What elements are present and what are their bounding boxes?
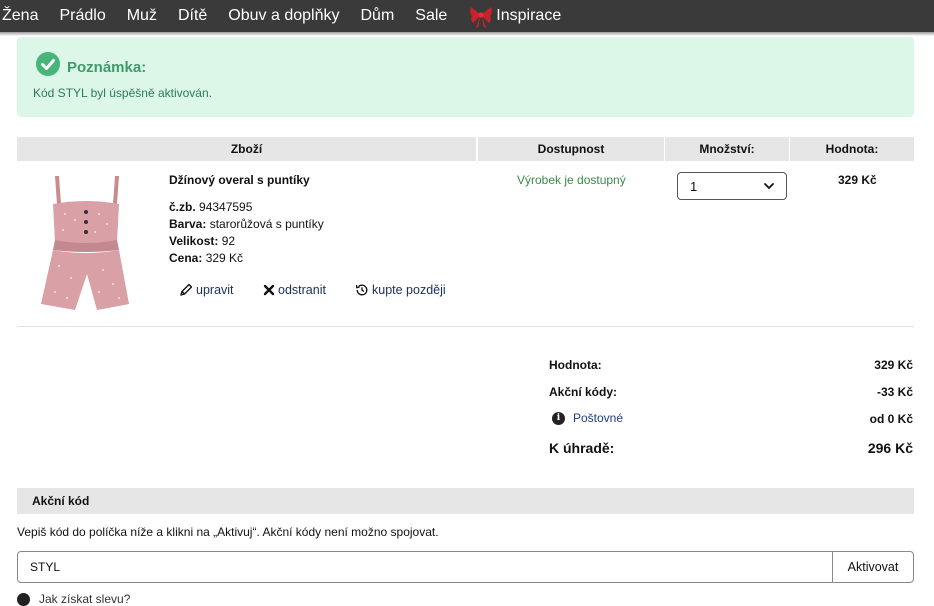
top-navigation: Žena Prádlo Muž Dítě Obuv a doplňky Dům … <box>0 0 934 32</box>
edit-button[interactable]: upravit <box>179 283 234 297</box>
size-value: 92 <box>221 234 236 248</box>
summary-value-label: Hodnota: <box>549 358 602 372</box>
note-title: Poznámka: <box>67 59 147 76</box>
buy-later-button[interactable]: kupte později <box>355 283 446 297</box>
header-hodnota: Hodnota: <box>790 137 914 161</box>
product-image[interactable] <box>33 174 139 314</box>
summary-promo-label: Akční kódy: <box>549 385 618 399</box>
chevron-down-icon <box>764 183 774 189</box>
close-icon <box>263 284 275 296</box>
product-price: Cena: 329 Kč <box>169 251 243 265</box>
availability-status: Výrobek je dostupný <box>517 173 626 187</box>
header-zbozi: Zboží <box>17 137 476 161</box>
nav-inspirace-label: Inspirace <box>496 7 562 24</box>
nav-dite[interactable]: Dítě <box>178 7 207 25</box>
summary-value: 329 Kč <box>874 358 913 372</box>
row-divider <box>17 326 914 327</box>
nav-sale[interactable]: Sale <box>415 7 447 25</box>
summary-promo-value: -33 Kč <box>876 385 913 399</box>
promo-code-input[interactable] <box>17 551 833 583</box>
product-article: č.zb. 94347595 <box>169 200 252 214</box>
price-value: 329 Kč <box>205 251 244 265</box>
buy-later-label: kupte později <box>372 283 446 297</box>
row-total: 329 Kč <box>838 173 877 187</box>
article-label: č.zb. <box>169 200 196 214</box>
summary-total-value: 296 Kč <box>867 440 913 456</box>
quantity-select[interactable]: 1 <box>677 172 787 200</box>
howto-link[interactable]: Jak získat slevu? <box>17 592 130 606</box>
promo-help-text: Vepiš kód do políčka níže a klikni na „A… <box>17 525 439 539</box>
product-size: Velikost: 92 <box>169 234 235 248</box>
howto-label: Jak získat slevu? <box>39 592 131 606</box>
article-value: 94347595 <box>199 200 253 214</box>
color-value: starorůžová s puntíky <box>209 217 324 231</box>
shipping-link[interactable]: Poštovné <box>573 411 623 425</box>
nav-shadow <box>0 32 934 36</box>
nav-inspirace[interactable]: Inspirace <box>468 3 561 29</box>
pencil-icon <box>180 283 193 296</box>
nav-muz[interactable]: Muž <box>127 7 157 25</box>
summary-total-label: K úhradě: <box>549 440 615 456</box>
price-label: Cena: <box>169 251 203 265</box>
size-label: Velikost: <box>169 234 219 248</box>
nav-pradlo[interactable]: Prádlo <box>59 7 105 25</box>
summary-shipping-value: od 0 Kč <box>869 412 913 426</box>
nav-zena[interactable]: Žena <box>2 7 38 25</box>
history-icon <box>355 284 368 296</box>
bow-icon <box>470 7 493 28</box>
activate-button[interactable]: Aktivovat <box>832 551 914 583</box>
edit-label: upravit <box>196 283 234 297</box>
question-icon <box>17 592 30 606</box>
remove-button[interactable]: odstranit <box>263 283 326 297</box>
nav-dum[interactable]: Dům <box>360 7 394 25</box>
promo-heading: Akční kód <box>17 488 914 514</box>
info-icon[interactable]: i <box>552 412 565 425</box>
color-label: Barva: <box>169 217 207 231</box>
note-text: Kód STYL byl úspěšně aktivován. <box>33 86 212 100</box>
header-dostupnost: Dostupnost <box>478 137 664 161</box>
check-circle-icon <box>36 52 60 76</box>
header-mnozstvi: Množství: <box>665 137 789 161</box>
nav-obuv[interactable]: Obuv a doplňky <box>228 7 339 25</box>
product-name[interactable]: Džínový overal s puntíky <box>169 173 310 187</box>
quantity-value: 1 <box>690 178 698 194</box>
success-note: Poznámka: Kód STYL byl úspěšně aktivován… <box>17 37 914 117</box>
remove-label: odstranit <box>278 283 326 297</box>
product-color: Barva: starorůžová s puntíky <box>169 217 324 231</box>
